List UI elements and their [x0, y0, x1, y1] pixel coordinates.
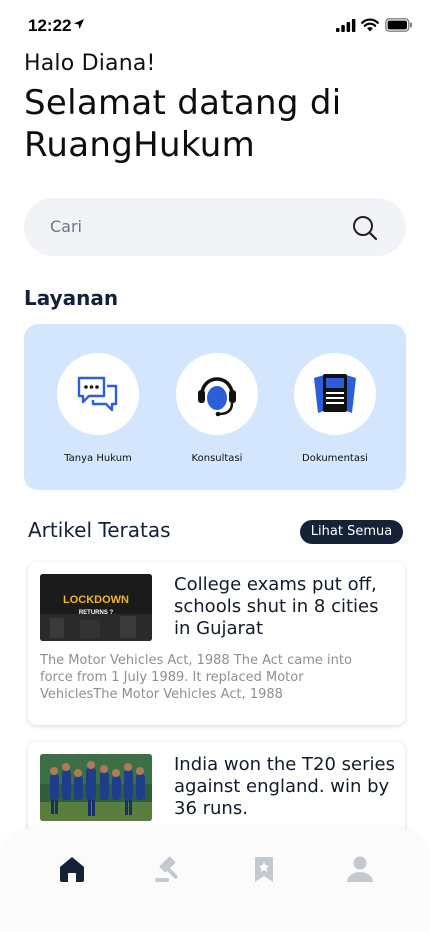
- article-title: India won the T20 series against england…: [174, 754, 395, 819]
- service-circle: [294, 353, 376, 435]
- service-tanya-hukum[interactable]: Tanya Hukum: [43, 353, 153, 464]
- greeting-text: Halo Diana!: [24, 51, 156, 76]
- article-thumbnail: LOCKDOWN RETURNS ?: [40, 574, 152, 641]
- service-konsultasi[interactable]: Konsultasi: [162, 353, 272, 464]
- welcome-title: Selamat datang di RuangHukum: [24, 82, 404, 166]
- service-circle: [57, 353, 139, 435]
- bookmark-icon[interactable]: [249, 854, 279, 884]
- article-card[interactable]: LOCKDOWN RETURNS ? College exams put off…: [28, 562, 405, 725]
- welcome-line-2: RuangHukum: [24, 125, 256, 165]
- home-icon[interactable]: [57, 854, 87, 884]
- article-description: The Motor Vehicles Act, 1988 The Act cam…: [40, 653, 352, 702]
- battery-icon: [385, 18, 412, 32]
- search-input[interactable]: Cari: [24, 198, 406, 256]
- welcome-line-1: Selamat datang di: [24, 83, 342, 123]
- see-all-button[interactable]: Lihat Semua: [300, 520, 403, 544]
- lockdown-image: LOCKDOWN RETURNS ?: [40, 574, 152, 641]
- services-section-title: Layanan: [24, 286, 119, 310]
- service-label: Tanya Hukum: [64, 453, 132, 464]
- wifi-icon: [361, 18, 379, 32]
- gavel-icon[interactable]: [153, 854, 183, 884]
- services-card: Tanya Hukum Konsultasi Dokumentasi: [24, 324, 406, 490]
- profile-icon[interactable]: [345, 854, 375, 884]
- thumb-text-returns: RETURNS ?: [79, 610, 114, 616]
- bottom-navigation: [0, 828, 430, 932]
- chat-icon: [77, 376, 118, 412]
- search-icon[interactable]: [352, 215, 378, 241]
- article-title: College exams put off, schools shut in 8…: [174, 574, 379, 639]
- article-thumbnail: [40, 754, 152, 821]
- document-icon: [314, 374, 356, 413]
- status-bar: 12:22: [0, 0, 430, 52]
- thumb-text-lockdown: LOCKDOWN: [63, 594, 129, 606]
- service-label: Konsultasi: [191, 453, 243, 464]
- headset-icon: [198, 377, 236, 417]
- service-dokumentasi[interactable]: Dokumentasi: [280, 353, 390, 464]
- articles-section-title: Artikel Teratas: [28, 518, 171, 542]
- cricket-team-image: [40, 754, 152, 821]
- search-placeholder: Cari: [50, 217, 82, 236]
- service-label: Dokumentasi: [302, 453, 368, 464]
- status-time: 12:22: [28, 16, 72, 35]
- signal-icon: [336, 19, 356, 32]
- service-circle: [176, 353, 258, 435]
- location-arrow-icon: [74, 19, 84, 29]
